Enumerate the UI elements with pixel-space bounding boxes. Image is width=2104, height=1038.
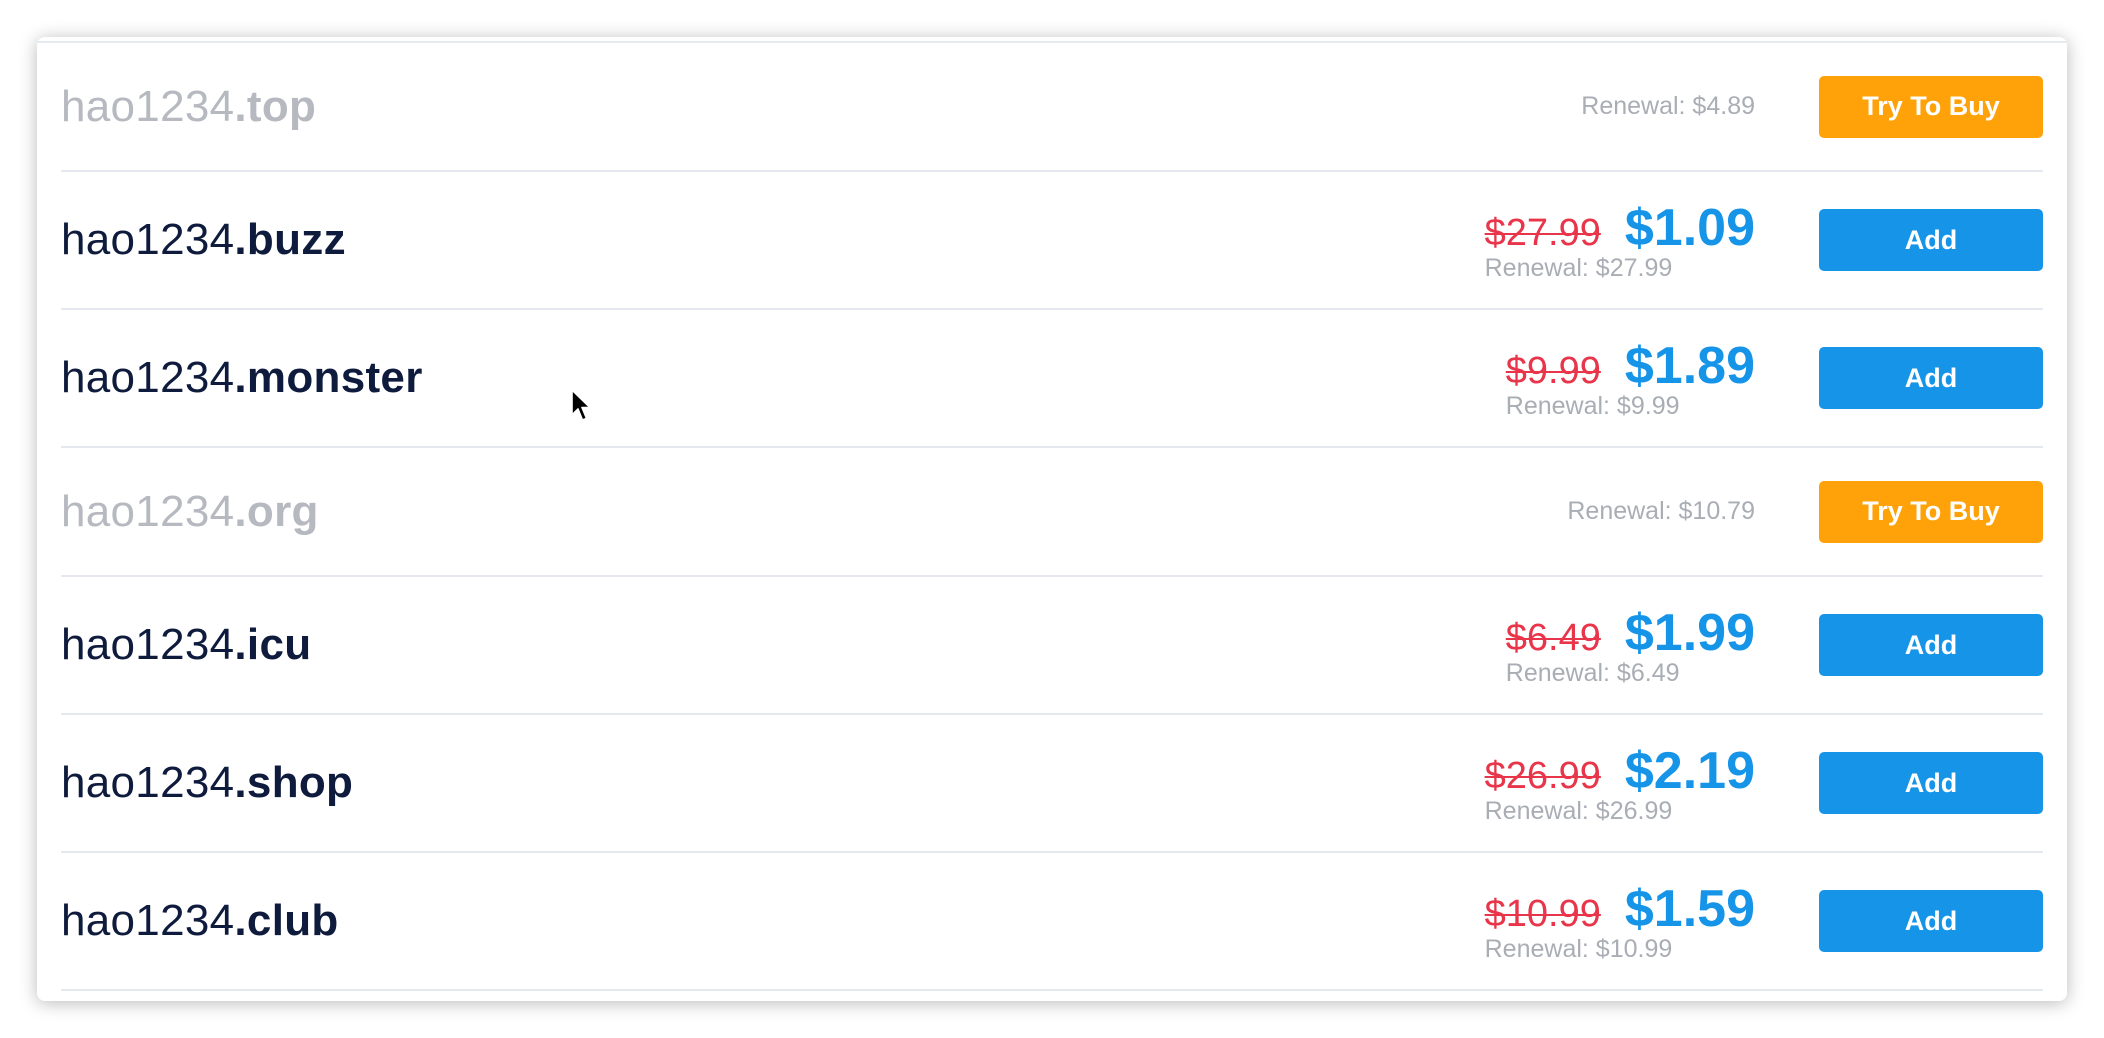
price-block: $10.99 $1.59 Renewal: $10.99 — [1485, 879, 1755, 964]
original-price: $27.99 — [1484, 211, 1601, 254]
price-block: $27.99 $1.09 Renewal: $27.99 — [1485, 198, 1755, 283]
domain-name: hao1234.icu — [61, 620, 1506, 670]
domain-row-club: hao1234.club $10.99 $1.59 Renewal: $10.9… — [61, 853, 2043, 991]
renewal-price: Renewal: $10.99 — [1484, 934, 1673, 963]
renewal-price: Renewal: $9.99 — [1505, 391, 1680, 420]
price-line: $9.99 $1.89 — [1506, 336, 1755, 396]
add-button[interactable]: Add — [1819, 752, 2043, 814]
price-block: $26.99 $2.19 Renewal: $26.99 — [1485, 741, 1755, 826]
try-to-buy-button[interactable]: Try To Buy — [1819, 75, 2043, 138]
domain-base: hao1234 — [61, 353, 235, 402]
domain-row-icu: hao1234.icu $6.49 $1.99 Renewal: $6.49 A… — [61, 577, 2043, 715]
sale-price: $2.19 — [1624, 741, 1755, 800]
domain-row-shop: hao1234.shop $26.99 $2.19 Renewal: $26.9… — [61, 715, 2043, 853]
domain-tld: .buzz — [234, 215, 346, 264]
renewal-price: Renewal: $4.89 — [1581, 92, 1755, 120]
domain-base: hao1234 — [61, 215, 235, 264]
sale-price: $1.59 — [1624, 879, 1755, 938]
domain-name: hao1234.shop — [61, 758, 1485, 808]
domain-name: hao1234.top — [61, 82, 1581, 132]
domain-base: hao1234 — [61, 486, 235, 536]
sale-price: $1.89 — [1624, 336, 1755, 395]
price-block: $9.99 $1.89 Renewal: $9.99 — [1506, 336, 1755, 421]
sale-price: $1.99 — [1624, 603, 1755, 662]
renewal-price: Renewal: $6.49 — [1505, 658, 1680, 687]
add-button[interactable]: Add — [1819, 209, 2043, 271]
price-block: $6.49 $1.99 Renewal: $6.49 — [1506, 603, 1755, 688]
add-button[interactable]: Add — [1819, 890, 2043, 952]
domain-base: hao1234 — [61, 896, 235, 945]
domain-tld: .icu — [234, 620, 312, 669]
domain-row-top: hao1234.top Renewal: $4.89 Try To Buy — [61, 43, 2043, 172]
try-to-buy-button[interactable]: Try To Buy — [1819, 480, 2043, 543]
price-line: $10.99 $1.59 — [1485, 879, 1755, 939]
domain-tld: .club — [234, 896, 339, 945]
domain-name: hao1234.monster — [61, 353, 1506, 403]
add-button[interactable]: Add — [1819, 614, 2043, 676]
domain-row-buzz: hao1234.buzz $27.99 $1.09 Renewal: $27.9… — [61, 172, 2043, 310]
domain-row-org: hao1234.org Renewal: $10.79 Try To Buy — [61, 448, 2043, 577]
original-price: $26.99 — [1484, 754, 1601, 797]
price-line: $6.49 $1.99 — [1506, 603, 1755, 663]
domain-results-list: hao1234.top Renewal: $4.89 Try To Buy ha… — [61, 43, 2043, 991]
mouse-pointer-icon — [571, 389, 591, 421]
domain-base: hao1234 — [61, 620, 235, 669]
domain-base: hao1234 — [61, 81, 235, 131]
domain-row-monster: hao1234.monster $9.99 $1.89 Renewal: $9.… — [61, 310, 2043, 448]
domain-tld: .org — [234, 486, 319, 536]
renewal-price: Renewal: $27.99 — [1484, 253, 1673, 282]
original-price: $6.49 — [1505, 616, 1601, 659]
sale-price: $1.09 — [1624, 198, 1755, 257]
price-line: $27.99 $1.09 — [1485, 198, 1755, 258]
domain-base: hao1234 — [61, 758, 235, 807]
domain-tld: .top — [234, 81, 317, 131]
original-price: $9.99 — [1505, 349, 1601, 392]
renewal-price: Renewal: $26.99 — [1484, 796, 1673, 825]
price-line: $26.99 $2.19 — [1485, 741, 1755, 801]
domain-tld: .monster — [234, 353, 423, 402]
domain-results-window: hao1234.top Renewal: $4.89 Try To Buy ha… — [37, 37, 2067, 1001]
domain-name: hao1234.buzz — [61, 215, 1485, 265]
domain-tld: .shop — [234, 758, 354, 807]
original-price: $10.99 — [1484, 892, 1601, 935]
add-button[interactable]: Add — [1819, 347, 2043, 409]
domain-name: hao1234.org — [61, 487, 1567, 537]
domain-name: hao1234.club — [61, 896, 1485, 946]
renewal-price: Renewal: $10.79 — [1567, 497, 1755, 525]
